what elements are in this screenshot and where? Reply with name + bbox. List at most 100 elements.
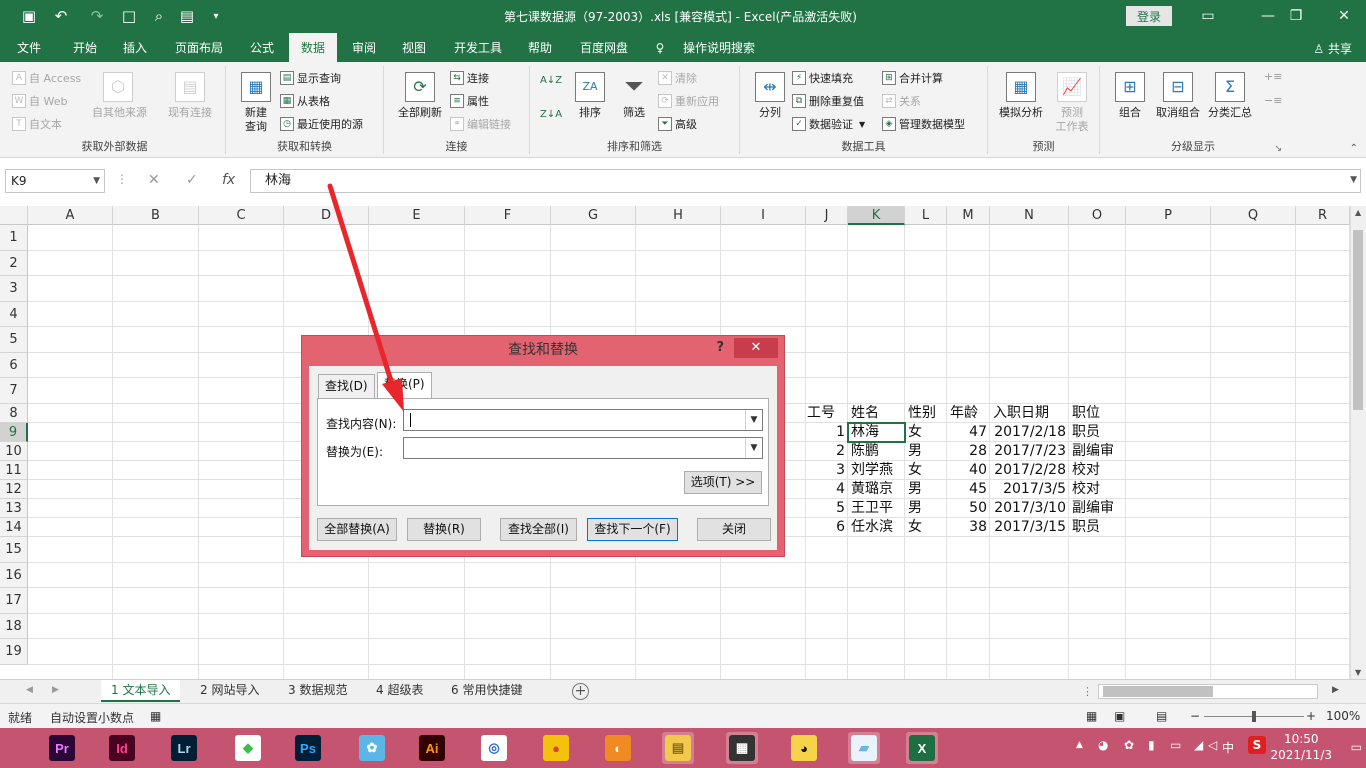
forecast-sheet-button[interactable]: 📈 预测 工作表	[1046, 70, 1098, 140]
table-cell[interactable]: 1	[806, 423, 848, 442]
column-header-N[interactable]: N	[990, 206, 1069, 225]
row-header-13[interactable]: 13	[0, 499, 28, 518]
formula-input[interactable]: 林海	[250, 169, 1361, 193]
table-cell[interactable]: 王卫平	[848, 499, 905, 518]
options-button[interactable]: 选项(T) >>	[684, 471, 762, 494]
qq-tray-icon[interactable]: ◕	[1098, 738, 1108, 752]
consolidate-button[interactable]: ⊞ 合并计算	[882, 68, 943, 88]
row-header-10[interactable]: 10	[0, 442, 28, 461]
tab-data[interactable]: 数据	[289, 33, 337, 62]
table-cell[interactable]: 50	[947, 499, 990, 518]
edit-links-button[interactable]: ⚭ 编辑链接	[450, 114, 511, 134]
column-header-M[interactable]: M	[947, 206, 990, 225]
from-other-sources-button[interactable]: ⬡ 自其他来源	[92, 70, 147, 140]
login-button[interactable]: 登录	[1126, 6, 1172, 26]
sheet-tab-5[interactable]: 6 常用快捷键	[441, 680, 532, 702]
share-button[interactable]: ♙ 共享	[1313, 40, 1352, 57]
volume-icon[interactable]: ◁	[1208, 738, 1217, 752]
group-button[interactable]: ⊞ 组合	[1104, 70, 1156, 140]
find-what-input[interactable]: ▼	[403, 409, 763, 431]
table-cell[interactable]: 2017/2/28	[990, 461, 1069, 480]
select-all-corner[interactable]	[0, 206, 28, 225]
zoom-slider[interactable]	[1204, 711, 1304, 722]
filter-button[interactable]: ⏷ 筛选	[608, 70, 660, 140]
column-header-O[interactable]: O	[1069, 206, 1126, 225]
page-break-view-icon[interactable]: ▤	[1156, 709, 1167, 723]
sort-za-button[interactable]: Z↓A	[540, 106, 562, 126]
table-header-cell[interactable]: 性别	[905, 404, 947, 423]
video-editor-icon[interactable]: ▦	[726, 732, 758, 764]
column-header-J[interactable]: J	[806, 206, 848, 225]
table-cell[interactable]: 28	[947, 442, 990, 461]
column-header-I[interactable]: I	[721, 206, 806, 225]
connections-button[interactable]: ⇆ 连接	[450, 68, 489, 88]
close-icon[interactable]: ✕	[1324, 4, 1364, 28]
wifi-icon[interactable]: ◢	[1194, 738, 1203, 752]
dialog-close-button[interactable]: ✕	[734, 338, 778, 358]
file-explorer-icon[interactable]: ▤	[662, 732, 694, 764]
tray-app-icon[interactable]: ✿	[1124, 738, 1134, 752]
hide-detail-icon[interactable]: −≡	[1264, 94, 1282, 107]
restore-icon[interactable]: ❐	[1276, 4, 1316, 28]
column-header-F[interactable]: F	[465, 206, 551, 225]
row-header-2[interactable]: 2	[0, 251, 28, 276]
row-header-12[interactable]: 12	[0, 480, 28, 499]
row-header-4[interactable]: 4	[0, 302, 28, 327]
vertical-scrollbar[interactable]: ▲ ▼	[1350, 206, 1366, 679]
data-validation-button[interactable]: ✓ 数据验证 ▼	[792, 114, 865, 134]
table-cell[interactable]: 2017/3/15	[990, 518, 1069, 537]
row-header-16[interactable]: 16	[0, 563, 28, 588]
add-sheet-icon[interactable]: +	[572, 683, 589, 700]
table-cell[interactable]: 副编审	[1069, 442, 1126, 461]
table-cell[interactable]: 男	[905, 480, 947, 499]
tab-review[interactable]: 审阅	[344, 33, 384, 62]
from-table-button[interactable]: ▦ 从表格	[280, 91, 330, 111]
flash-fill-button[interactable]: ⚡ 快速填充	[792, 68, 853, 88]
zoom-slider-thumb[interactable]	[1252, 711, 1256, 722]
undo-icon[interactable]: ↶	[50, 6, 72, 26]
replace-button[interactable]: 替换(R)	[407, 518, 481, 541]
lightroom-icon[interactable]: Lr	[168, 732, 200, 764]
excel-icon[interactable]: X	[906, 732, 938, 764]
name-box[interactable]: K9 ▼	[5, 169, 105, 193]
tab-replace[interactable]: 替换(P)	[377, 372, 432, 399]
tab-help[interactable]: 帮助	[520, 33, 560, 62]
horizontal-scroll-thumb[interactable]	[1103, 686, 1213, 697]
show-hidden-icons[interactable]: ▲	[1076, 740, 1083, 750]
dialog-launcher-icon[interactable]: ↘	[1274, 144, 1282, 154]
row-header-6[interactable]: 6	[0, 353, 28, 378]
chrome-icon[interactable]: ●	[540, 732, 572, 764]
notes-app-icon[interactable]: ▰	[848, 732, 880, 764]
page-layout-view-icon[interactable]: ▣	[1114, 709, 1125, 723]
table-cell[interactable]: 女	[905, 423, 947, 442]
indesign-icon[interactable]: Id	[106, 732, 138, 764]
manage-data-model-button[interactable]: ◈ 管理数据模型	[882, 114, 965, 134]
insert-function-icon[interactable]: fx	[222, 172, 235, 188]
reapply-button[interactable]: ⟳ 重新应用	[658, 91, 719, 111]
column-header-A[interactable]: A	[28, 206, 113, 225]
table-header-cell[interactable]: 姓名	[848, 404, 905, 423]
tab-insert[interactable]: 插入	[114, 33, 156, 62]
from-web-button[interactable]: W自 Web	[12, 91, 67, 111]
cancel-entry-icon[interactable]: ✕	[148, 172, 160, 188]
dialog-close-text-button[interactable]: 关闭	[697, 518, 771, 541]
tab-page-layout[interactable]: 页面布局	[168, 33, 230, 62]
tab-home[interactable]: 开始	[62, 33, 108, 62]
table-header-cell[interactable]: 年龄	[947, 404, 990, 423]
zoom-out-icon[interactable]: −	[1190, 709, 1200, 723]
show-detail-icon[interactable]: +≡	[1264, 70, 1282, 83]
row-header-9[interactable]: 9	[0, 423, 28, 442]
chevron-down-icon[interactable]: ▼	[93, 170, 100, 192]
row-header-3[interactable]: 3	[0, 276, 28, 302]
row-header-14[interactable]: 14	[0, 518, 28, 537]
bird-app-icon[interactable]: ✿	[356, 732, 388, 764]
battery-icon[interactable]: ▮	[1148, 738, 1155, 752]
refresh-all-button[interactable]: ⟳ 全部刷新	[392, 70, 448, 140]
table-cell[interactable]: 职员	[1069, 518, 1126, 537]
show-queries-button[interactable]: ▤ 显示查询	[280, 68, 341, 88]
what-if-analysis-button[interactable]: ▦ 模拟分析	[992, 70, 1050, 140]
table-cell[interactable]: 2017/7/23	[990, 442, 1069, 461]
table-cell[interactable]: 47	[947, 423, 990, 442]
illustrator-icon[interactable]: Ai	[416, 732, 448, 764]
new-query-button[interactable]: ▦ 新建 查询	[230, 70, 282, 140]
